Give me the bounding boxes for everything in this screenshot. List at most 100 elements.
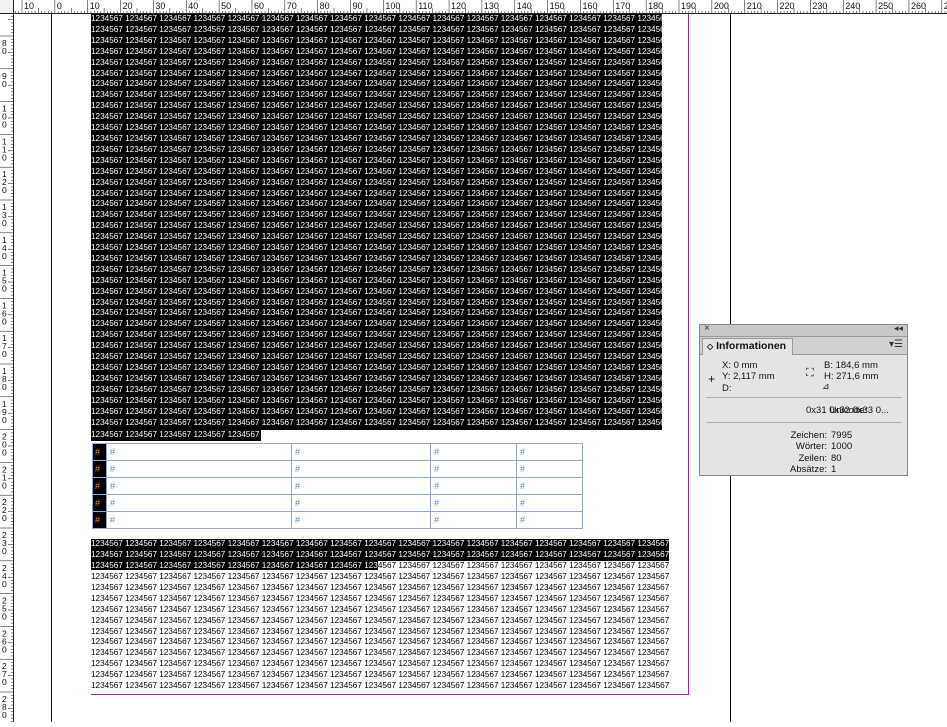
height-value: H: 271,6 mm: [824, 371, 879, 382]
ruler-label: 110: [418, 1, 432, 11]
table-row: # # # # #: [92, 511, 583, 529]
ruler-label-digit: 0: [2, 316, 7, 326]
ruler-label: 130: [484, 1, 499, 11]
horizontal-ruler[interactable]: 10 0 10 20 30 40 50 60 70 80 90 100 110 120 130 140 150 1…: [0, 0, 947, 14]
info-panel[interactable]: × ◂◂ ◇ Informationen ▾☰ + X: 0 mm Y: 2,1…: [699, 323, 908, 476]
crosshair-icon: +: [708, 372, 716, 386]
ruler-label: 250: [878, 1, 893, 11]
table-cell[interactable]: #: [430, 477, 517, 495]
text-line[interactable]: 1234567 1234567 1234567 1234567 1234567 …: [91, 681, 669, 692]
ruler-label-digit: 0: [2, 546, 7, 556]
ruler-label: 220: [780, 1, 795, 11]
selected-fragment: 1234567 1234567 1234567 1234567 1234567 …: [91, 561, 378, 570]
lines-label: Zeilen:: [798, 453, 827, 464]
table-cell[interactable]: #: [92, 494, 107, 512]
table-cell[interactable]: #: [92, 443, 107, 461]
table-row: # # # # #: [92, 477, 583, 495]
text-line[interactable]: 1234567 1234567 1234567 1234567 1234567 …: [91, 594, 669, 605]
ruler-label-digit: 0: [2, 120, 7, 130]
ruler-label: 260: [911, 1, 926, 11]
words-value: 1000: [831, 441, 853, 452]
ruler-label-digit: 0: [2, 79, 7, 89]
table-row: # # # # #: [92, 443, 583, 461]
table-cell[interactable]: #: [106, 511, 292, 529]
separator: [706, 397, 902, 398]
ruler-label: 150: [550, 1, 565, 11]
vertical-ruler-scale: 8090100110120130140150160170180190200210…: [0, 16, 14, 722]
ruler-label-digit: 0: [2, 448, 7, 458]
ruler-label: 120: [451, 1, 466, 11]
ruler-label-digit: 0: [2, 480, 7, 490]
table-cell[interactable]: #: [516, 477, 583, 495]
table-row: # # # # #: [92, 494, 583, 512]
ruler-label: 10: [90, 1, 100, 11]
table-cell[interactable]: #: [430, 494, 517, 512]
lines-value: 80: [831, 453, 842, 464]
table-cell[interactable]: #: [291, 477, 431, 495]
table-cell[interactable]: #: [291, 511, 431, 529]
text-line[interactable]: 1234567 1234567 1234567 1234567 1234567 …: [91, 648, 669, 659]
ruler-label: 240: [845, 1, 860, 11]
chars-value: 7995: [831, 430, 853, 441]
paragraphs-value: 1: [831, 464, 837, 475]
collapse-icon[interactable]: ◂◂: [894, 323, 903, 334]
text-line[interactable]: 1234567 1234567 1234567 1234567 1234567 …: [91, 659, 669, 670]
ruler-label-digit: 0: [2, 284, 7, 294]
text-line[interactable]: 1234567 1234567 1234567 1234567 1234567 …: [91, 670, 669, 681]
text-table[interactable]: # # # # # # # # # # # # # # # # # # # # # # # # #: [92, 443, 583, 529]
horizontal-ruler-scale: 10 0 10 20 30 40 50 60 70 80 90 100 110 120 130 140 150 1…: [15, 0, 947, 14]
chars-label: Zeichen:: [790, 430, 827, 441]
ruler-label: 230: [812, 1, 827, 11]
selected-text-frame-top[interactable]: 1234567 1234567 1234567 1234567 1234567 …: [91, 14, 662, 430]
table-cell[interactable]: #: [516, 494, 583, 512]
ruler-label: 180: [648, 1, 663, 11]
unicode-value: 0x31 0x32 0x33 0...: [806, 405, 889, 416]
text-line[interactable]: 1234567 1234567 1234567 1234567 1234567 …: [91, 637, 669, 648]
panel-titlebar[interactable]: × ◂◂: [700, 323, 907, 337]
selected-text-line[interactable]: 1234567 1234567 1234567 1234567 1234567 …: [91, 550, 670, 561]
ruler-label-digit: 0: [2, 612, 7, 622]
table-cell[interactable]: #: [106, 460, 292, 478]
table-cell[interactable]: #: [516, 460, 583, 478]
ruler-label-digit: 0: [2, 710, 7, 720]
table-cell[interactable]: #: [516, 443, 583, 461]
table-cell[interactable]: #: [291, 494, 431, 512]
table-cell[interactable]: #: [291, 443, 431, 461]
ruler-label: 160: [582, 1, 597, 11]
split-selection-line[interactable]: 1234567 1234567 1234567 1234567 1234567 …: [91, 561, 669, 572]
angle-icon: ⊿: [822, 381, 830, 391]
table-cell[interactable]: #: [106, 477, 292, 495]
margin-guide-bottom: [91, 694, 689, 695]
ruler-label: 50: [221, 1, 231, 11]
selected-text-last-line[interactable]: 1234567 1234567 1234567 1234567 1234567: [91, 430, 262, 441]
table-cell[interactable]: #: [92, 477, 107, 495]
ruler-label: 170: [615, 1, 630, 11]
table-cell[interactable]: #: [106, 494, 292, 512]
table-cell[interactable]: #: [106, 443, 292, 461]
selected-text-line[interactable]: 1234567 1234567 1234567 1234567 1234567 …: [91, 539, 670, 550]
panel-menu-icon[interactable]: ▾☰: [889, 339, 903, 350]
text-line[interactable]: 1234567 1234567 1234567 1234567 1234567 …: [91, 605, 669, 616]
ruler-label-digit: 0: [2, 382, 7, 392]
ruler-label-digit: 0: [2, 677, 7, 687]
table-cell[interactable]: #: [516, 511, 583, 529]
text-line[interactable]: 1234567 1234567 1234567 1234567 1234567 …: [91, 627, 669, 638]
table-cell[interactable]: #: [92, 511, 107, 529]
ruler-label-digit: 0: [2, 185, 7, 195]
table-cell[interactable]: #: [430, 460, 517, 478]
text-line[interactable]: 1234567 1234567 1234567 1234567 1234567 …: [91, 583, 669, 594]
close-icon[interactable]: ×: [704, 323, 710, 334]
vertical-ruler[interactable]: 8090100110120130140150160170180190200210…: [0, 14, 14, 722]
table-cell[interactable]: #: [291, 460, 431, 478]
text-line[interactable]: 1234567 1234567 1234567 1234567 1234567 …: [91, 616, 669, 627]
panel-tab-row: ◇ Informationen ▾☰: [700, 337, 907, 355]
text-line[interactable]: 1234567 1234567 1234567 1234567 1234567 …: [91, 572, 669, 583]
table-cell[interactable]: #: [430, 511, 517, 529]
paragraphs-label: Absätze:: [790, 464, 827, 475]
frame-size-icon: ⛶: [806, 367, 814, 379]
ruler-label: 200: [714, 1, 729, 11]
ruler-origin-corner[interactable]: [0, 0, 14, 14]
table-cell[interactable]: #: [92, 460, 107, 478]
table-cell[interactable]: #: [430, 443, 517, 461]
tab-informationen[interactable]: ◇ Informationen: [702, 338, 794, 355]
